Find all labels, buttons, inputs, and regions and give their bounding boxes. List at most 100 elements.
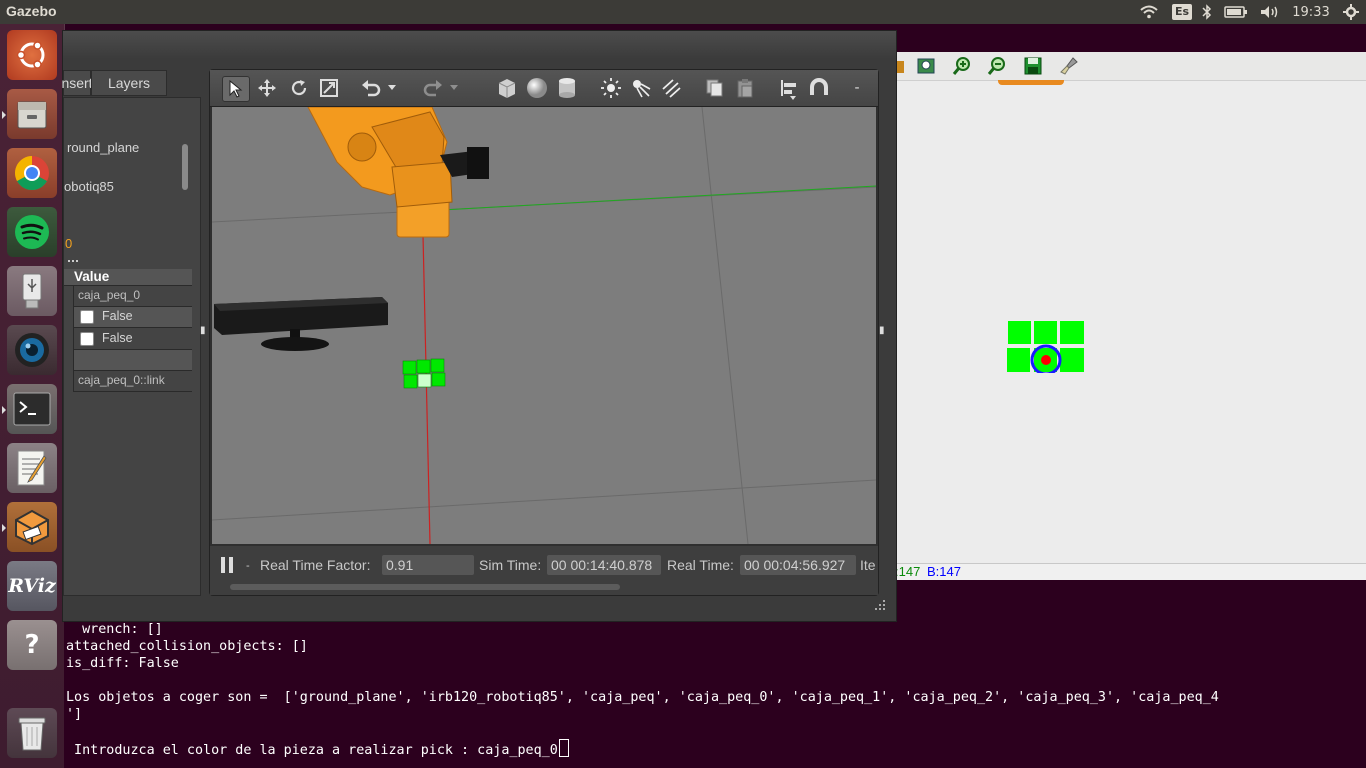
trash-icon[interactable] (7, 708, 57, 758)
select-mode-icon[interactable] (222, 76, 250, 102)
green-boxes-detection (1007, 321, 1084, 376)
3d-viewport[interactable] (212, 107, 876, 544)
text-editor-icon[interactable] (7, 443, 57, 493)
image-view-window (893, 52, 1366, 580)
real-time-value: 00 00:04:56.927 (740, 555, 856, 575)
ubuntu-dash-icon[interactable] (7, 30, 57, 80)
scale-mode-icon[interactable] (316, 76, 342, 100)
self-collide-checkbox[interactable] (80, 332, 94, 346)
simulation-status-bar: - Real Time Factor: 0.91 Sim Time: 00 00… (210, 546, 878, 595)
zoom-out-icon[interactable] (986, 55, 1008, 77)
tree-item-ground-plane[interactable]: round_plane (67, 140, 139, 155)
translate-mode-icon[interactable] (254, 76, 280, 100)
help-icon[interactable]: ? (7, 620, 57, 670)
terminal-line: is_diff: False (66, 656, 179, 671)
horizontal-scrollbar[interactable] (230, 584, 620, 590)
battery-icon[interactable] (1222, 3, 1250, 21)
rtf-value: 0.91 (382, 555, 474, 575)
terminal-icon[interactable] (7, 384, 57, 434)
redo-icon[interactable] (420, 76, 446, 100)
running-indicator (2, 111, 6, 119)
left-panel-collapse-handle[interactable]: ▮ (200, 325, 206, 336)
world-panel: round_plane obotiq85 0 Value caja_peq_0 … (63, 97, 201, 596)
virtualbox-icon[interactable] (7, 502, 57, 552)
settings-gear-icon[interactable] (1340, 3, 1362, 21)
iterations-label: Ite (860, 557, 876, 573)
green-value: :147 (895, 564, 921, 579)
tree-scrollbar[interactable] (182, 144, 188, 190)
blue-value: B:147 (927, 564, 961, 579)
box-shape-icon[interactable] (494, 76, 520, 100)
top-panel: Gazebo Es 19:33 (0, 0, 1366, 24)
detection-image (1007, 321, 1085, 376)
spotify-icon[interactable] (7, 207, 57, 257)
clock[interactable]: 19:33 (1290, 3, 1332, 21)
clear-brush-icon[interactable] (1058, 55, 1080, 77)
real-time-label: Real Time: (667, 557, 734, 573)
step-dot[interactable]: - (246, 560, 250, 572)
terminal-cursor (558, 739, 569, 757)
volume-icon[interactable] (1258, 3, 1282, 21)
prop-row-link[interactable]: caja_peq_0::link (74, 371, 192, 392)
terminal-input-text: Introduzca el color de la pieza a realiz… (66, 743, 558, 758)
terminal-line: Los objetos a coger son = ['ground_plane… (66, 690, 1219, 705)
cylinder-shape-icon[interactable] (554, 76, 580, 100)
static-checkbox[interactable] (80, 310, 94, 324)
wifi-icon[interactable] (1138, 3, 1160, 21)
prop-row-static[interactable]: False (74, 307, 192, 328)
gazebo-titlebar[interactable] (63, 31, 896, 59)
paste-icon[interactable] (732, 76, 758, 100)
tree-item-robot[interactable]: obotiq85 (64, 179, 114, 194)
scene-area: - - Real Time Factor: 0.91 Sim Time: 00 … (209, 69, 879, 596)
props-header: Value (64, 269, 192, 286)
fit-image-icon[interactable] (915, 55, 937, 77)
launcher: RViz ? (0, 24, 65, 768)
splitter-handle[interactable] (68, 260, 78, 266)
sim-time-label: Sim Time: (479, 557, 542, 573)
copy-icon[interactable] (702, 76, 728, 100)
chrome-icon[interactable] (7, 148, 57, 198)
terminal-line: '] (66, 707, 83, 722)
webcam-viewer-icon[interactable] (7, 325, 57, 375)
prop-row-self-collide[interactable]: False (74, 329, 192, 350)
tab-layers[interactable]: Layers (91, 70, 167, 96)
save-icon[interactable] (1022, 55, 1044, 77)
prop-row-pose[interactable] (74, 350, 192, 371)
zoom-in-icon[interactable] (951, 55, 973, 77)
kinect-sensor (214, 297, 388, 351)
directional-light-icon[interactable] (658, 76, 684, 100)
usb-drive-icon[interactable] (7, 266, 57, 316)
tab-insert[interactable]: nsert (61, 70, 93, 96)
spot-light-icon[interactable] (628, 76, 654, 100)
image-status-bar: :147 B:147 (893, 563, 1366, 581)
rviz-icon[interactable]: RViz (7, 561, 57, 611)
undo-icon[interactable] (358, 76, 384, 100)
toolbar-overflow-icon[interactable]: - (850, 76, 864, 100)
keyboard-layout-indicator[interactable]: Es (1170, 3, 1194, 21)
tree-item-selected[interactable]: 0 (65, 236, 72, 251)
redo-history-dropdown-icon[interactable] (448, 76, 460, 100)
orange-indicator (998, 80, 1064, 85)
bluetooth-icon[interactable] (1198, 3, 1216, 21)
rtf-label: Real Time Factor: (260, 557, 371, 573)
scene-render (212, 107, 876, 544)
terminal-prompt-line[interactable]: Introduzca el color de la pieza a realiz… (66, 739, 569, 759)
undo-history-dropdown-icon[interactable] (386, 76, 398, 100)
running-indicator (2, 406, 6, 414)
green-boxes-scene (402, 358, 446, 389)
point-light-icon[interactable] (598, 76, 624, 100)
snap-icon[interactable] (806, 76, 832, 100)
robot-arm (307, 107, 489, 238)
terminal-line: wrench: [] (66, 622, 163, 637)
rotate-mode-icon[interactable] (286, 76, 312, 100)
files-icon[interactable] (7, 89, 57, 139)
align-dropdown-icon[interactable] (788, 94, 798, 102)
resize-grip-icon[interactable] (873, 597, 887, 611)
value-column-header: Value (74, 269, 110, 284)
terminal-line: attached_collision_objects: [] (66, 639, 308, 654)
prop-row-name[interactable]: caja_peq_0 (74, 286, 192, 307)
sphere-shape-icon[interactable] (524, 76, 550, 100)
gazebo-window: nsert Layers round_plane obotiq85 0 Valu… (61, 30, 897, 622)
pause-icon[interactable] (220, 556, 234, 574)
right-panel-collapse-handle[interactable]: ▮ (879, 325, 885, 336)
